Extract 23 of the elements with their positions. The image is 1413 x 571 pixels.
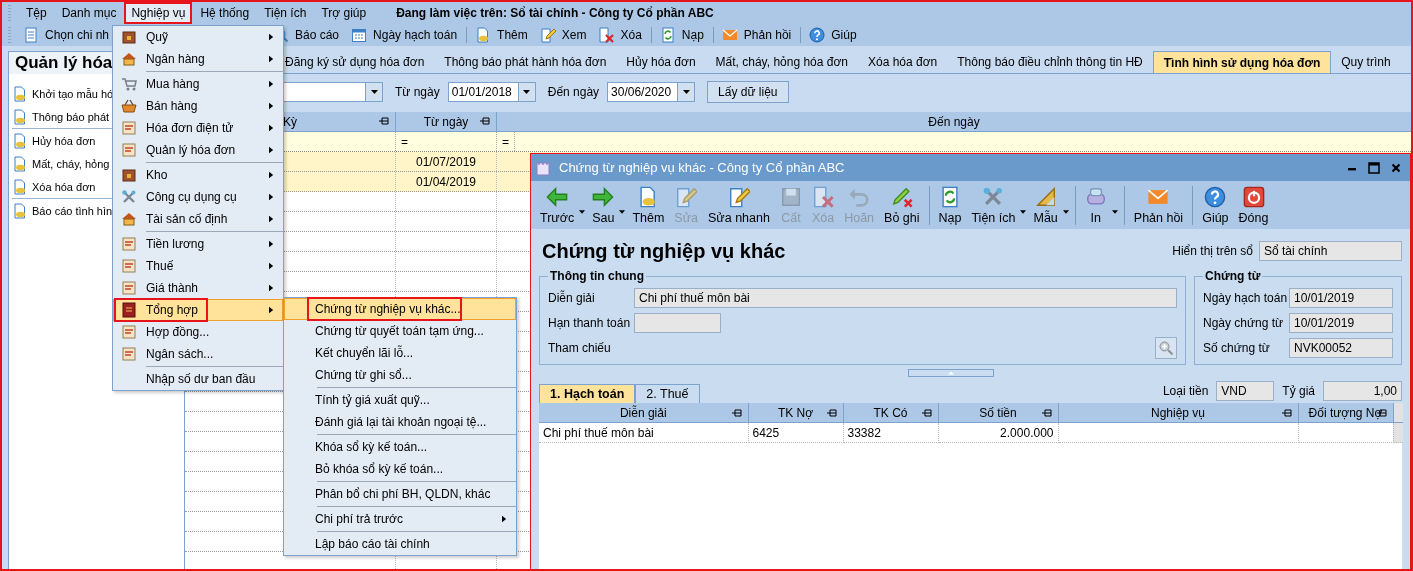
table-cell: Chi phí thuế môn bài bbox=[543, 425, 654, 440]
field-label: Đến ngày bbox=[547, 85, 600, 99]
field-label: Ngày chứng từ bbox=[1203, 315, 1285, 330]
form-heading: Chứng từ nghiệp vụ khác bbox=[541, 239, 786, 263]
table-cell: 2.000.000 bbox=[1000, 425, 1054, 440]
field-label: Hiển thị trên sổ bbox=[1172, 244, 1253, 258]
table-cell: 33382 bbox=[847, 425, 881, 440]
table-cell: 6425 bbox=[752, 425, 780, 440]
group-legend: Thông tin chung bbox=[548, 269, 646, 283]
working-context-text: Đang làm việc trên: Sổ tài chính - Công ty Cổ phần ABC bbox=[396, 6, 714, 20]
field-label: Từ ngày bbox=[395, 85, 440, 99]
field-label: Loại tiền bbox=[1162, 384, 1209, 398]
panel-title: Quản lý hóa bbox=[15, 53, 113, 73]
field-label: Số chứng từ bbox=[1203, 340, 1271, 355]
field-label: Diễn giải bbox=[548, 290, 596, 305]
field-label: Tham chiếu bbox=[548, 340, 612, 355]
field-label: Tỷ giá bbox=[1282, 384, 1315, 398]
table-cell: 01/04/2019 bbox=[415, 174, 477, 189]
group-legend: Chứng từ bbox=[1203, 269, 1263, 283]
field-label: Hạn thanh toán bbox=[548, 315, 632, 330]
field-label: Ngày hạch toán bbox=[1203, 290, 1287, 305]
window-title: Chứng từ nghiệp vụ khác - Công ty Cổ phần ABC bbox=[559, 160, 846, 175]
table-cell: 01/07/2019 bbox=[415, 154, 477, 169]
